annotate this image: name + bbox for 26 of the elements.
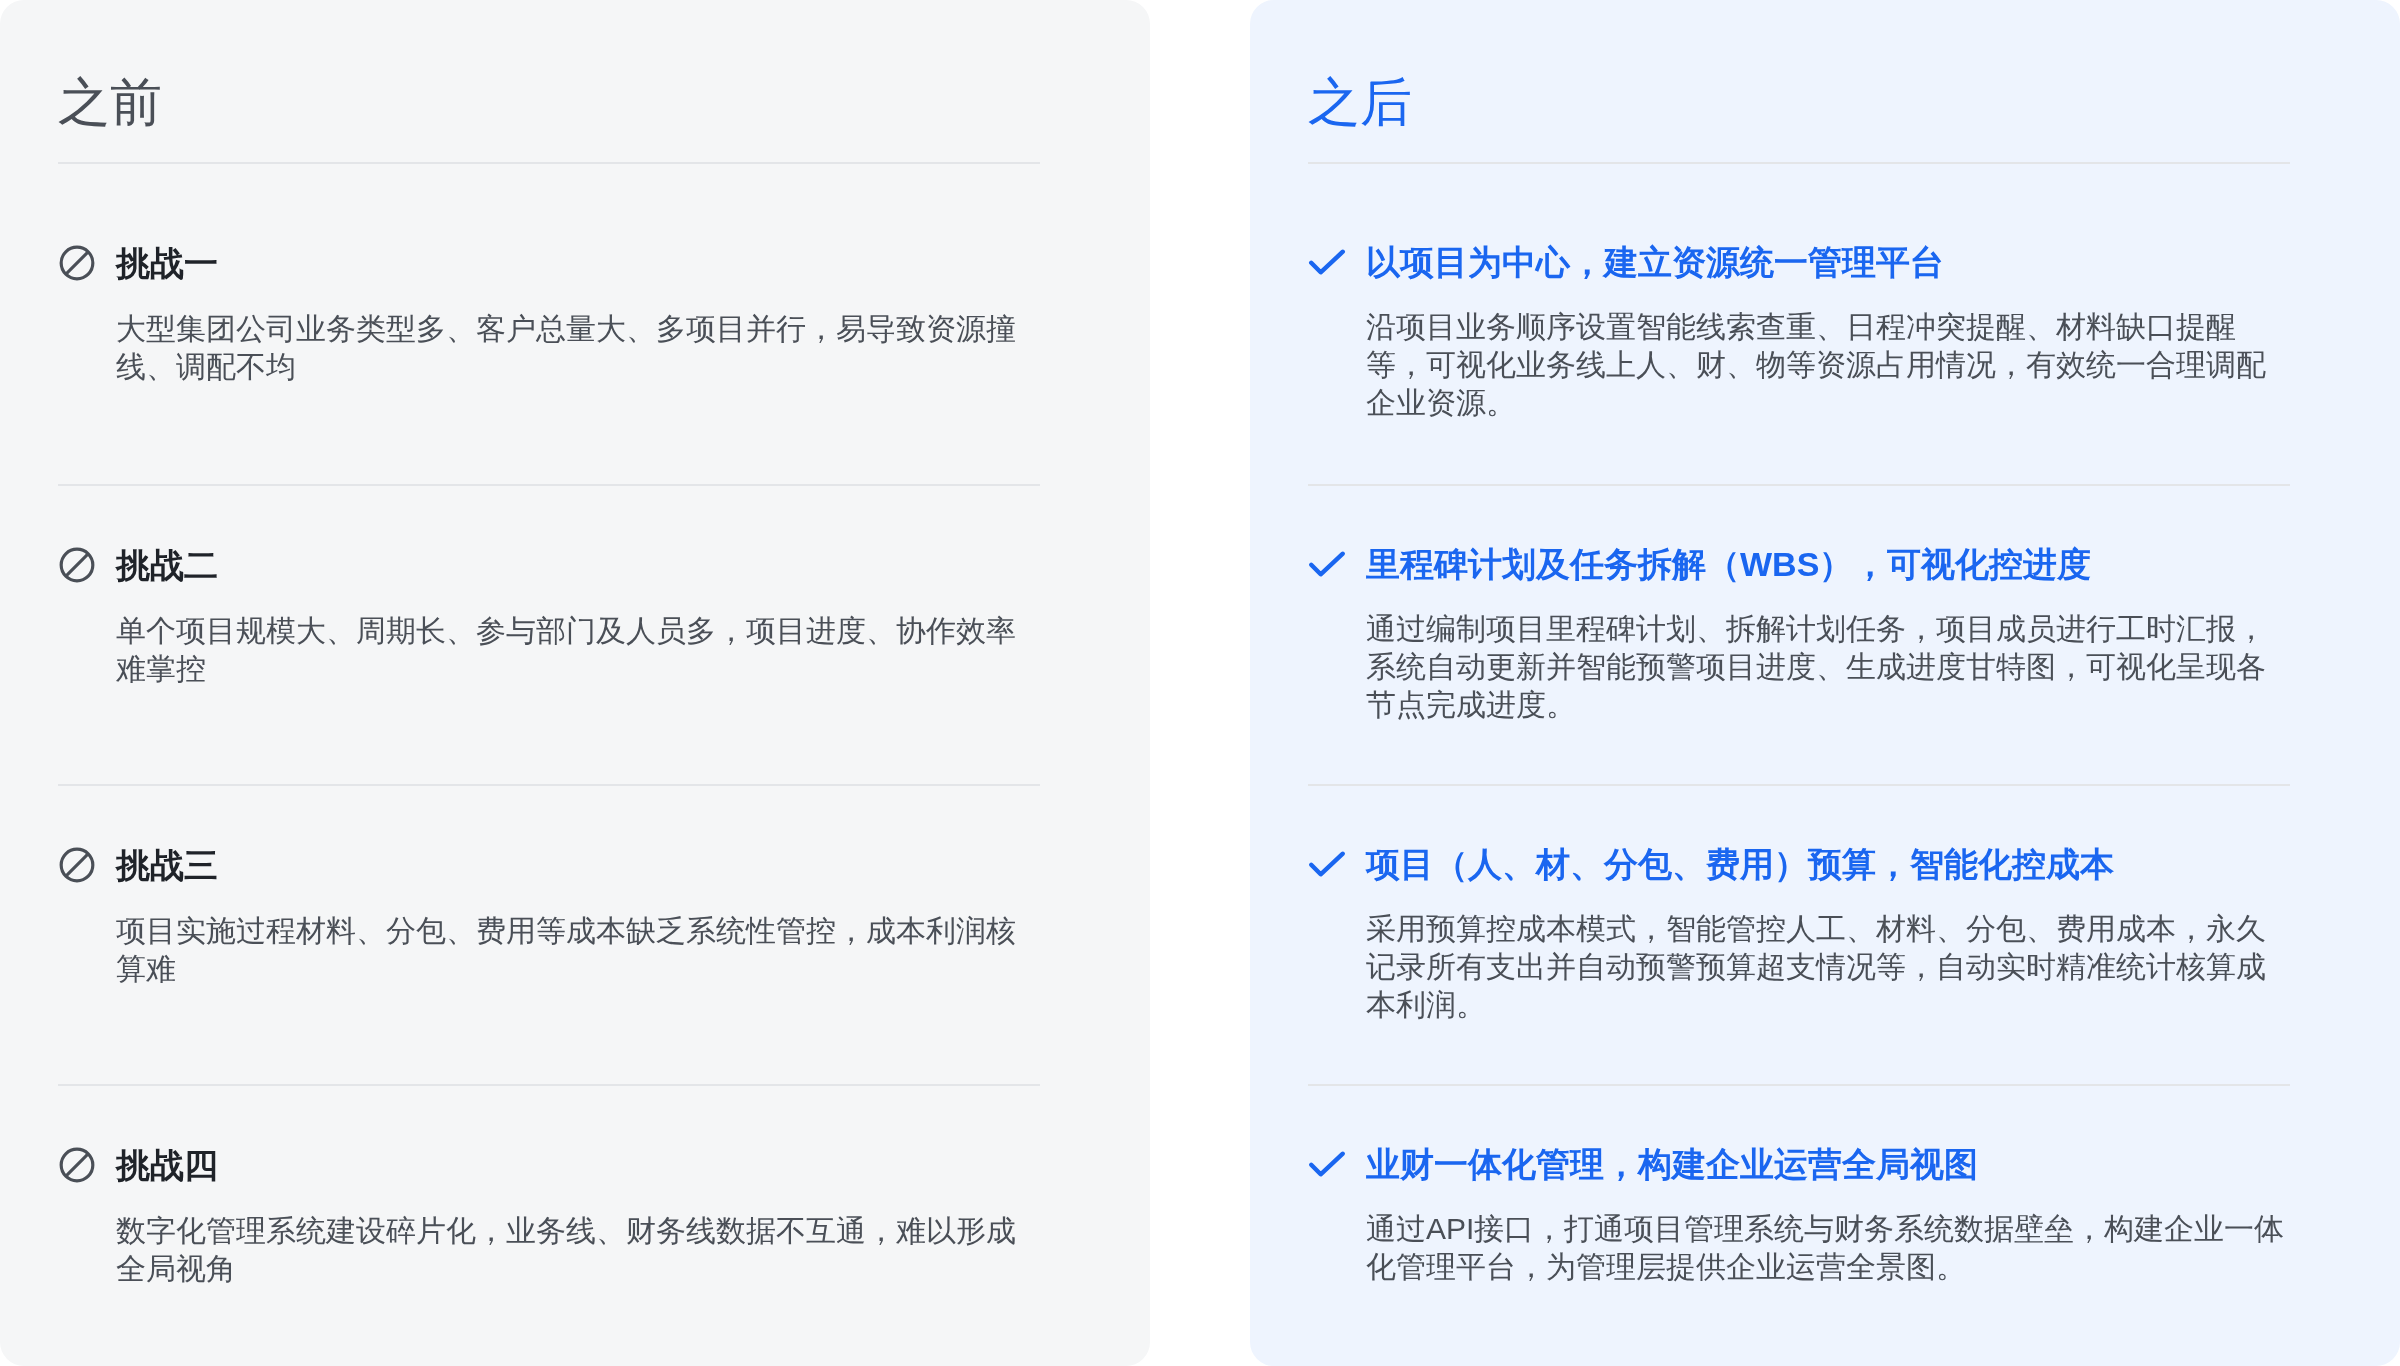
item-description: 采用预算控成本模式，智能管控人工、材料、分包、费用成本，永久记录所有支出并自动预警预算超支情况等，自动实时精准统计核算成本利润。 bbox=[1366, 911, 2267, 1023]
item-description: 大型集团公司业务类型多、客户总量大、多项目并行，易导致资源撞线、调配不均 bbox=[116, 311, 1017, 385]
item-heading: 挑战二 bbox=[116, 547, 218, 583]
panel-title: 之前 bbox=[58, 72, 162, 133]
prohibited-icon bbox=[58, 244, 96, 282]
item-description: 通过编制项目里程碑计划、拆解计划任务，项目成员进行工时汇报，系统自动更新并智能预警项目进度、生成进度甘特图，可视化呈现各节点完成进度。 bbox=[1366, 611, 2267, 723]
item-heading: 挑战三 bbox=[116, 847, 218, 883]
item-description: 单个项目规模大、周期长、参与部门及人员多，项目进度、协作效率难掌控 bbox=[116, 613, 1017, 687]
checkmark-icon bbox=[1308, 247, 1346, 277]
item-heading: 挑战一 bbox=[116, 245, 218, 281]
item-heading: 以项目为中心，建立资源统一管理平台 bbox=[1366, 244, 1944, 280]
prohibited-icon bbox=[58, 846, 96, 884]
item-heading: 业财一体化管理，构建企业运营全局视图 bbox=[1366, 1146, 1978, 1182]
prohibited-icon bbox=[58, 546, 96, 584]
item-heading: 项目（人、材、分包、费用）预算，智能化控成本 bbox=[1366, 846, 2114, 882]
panel-title: 之后 bbox=[1308, 72, 1412, 133]
item-description: 数字化管理系统建设碎片化，业务线、财务线数据不互通，难以形成全局视角 bbox=[116, 1213, 1017, 1287]
item-description: 通过API接口，打通项目管理系统与财务系统数据壁垒，构建企业一体化管理平台，为管理层提供企业运营全景图。 bbox=[1366, 1211, 2286, 1285]
prohibited-icon bbox=[58, 1146, 96, 1184]
item-description: 项目实施过程材料、分包、费用等成本缺乏系统性管控，成本利润核算难 bbox=[116, 913, 1017, 987]
checkmark-icon bbox=[1308, 849, 1346, 879]
item-heading: 挑战四 bbox=[116, 1147, 218, 1183]
item-description: 沿项目业务顺序设置智能线索查重、日程冲突提醒、材料缺口提醒等，可视化业务线上人、财、物等资源占用情况，有效统一合理调配企业资源。 bbox=[1366, 309, 2267, 421]
checkmark-icon bbox=[1308, 549, 1346, 579]
checkmark-icon bbox=[1308, 1149, 1346, 1179]
item-heading: 里程碑计划及任务拆解（WBS），可视化控进度 bbox=[1366, 546, 2092, 582]
